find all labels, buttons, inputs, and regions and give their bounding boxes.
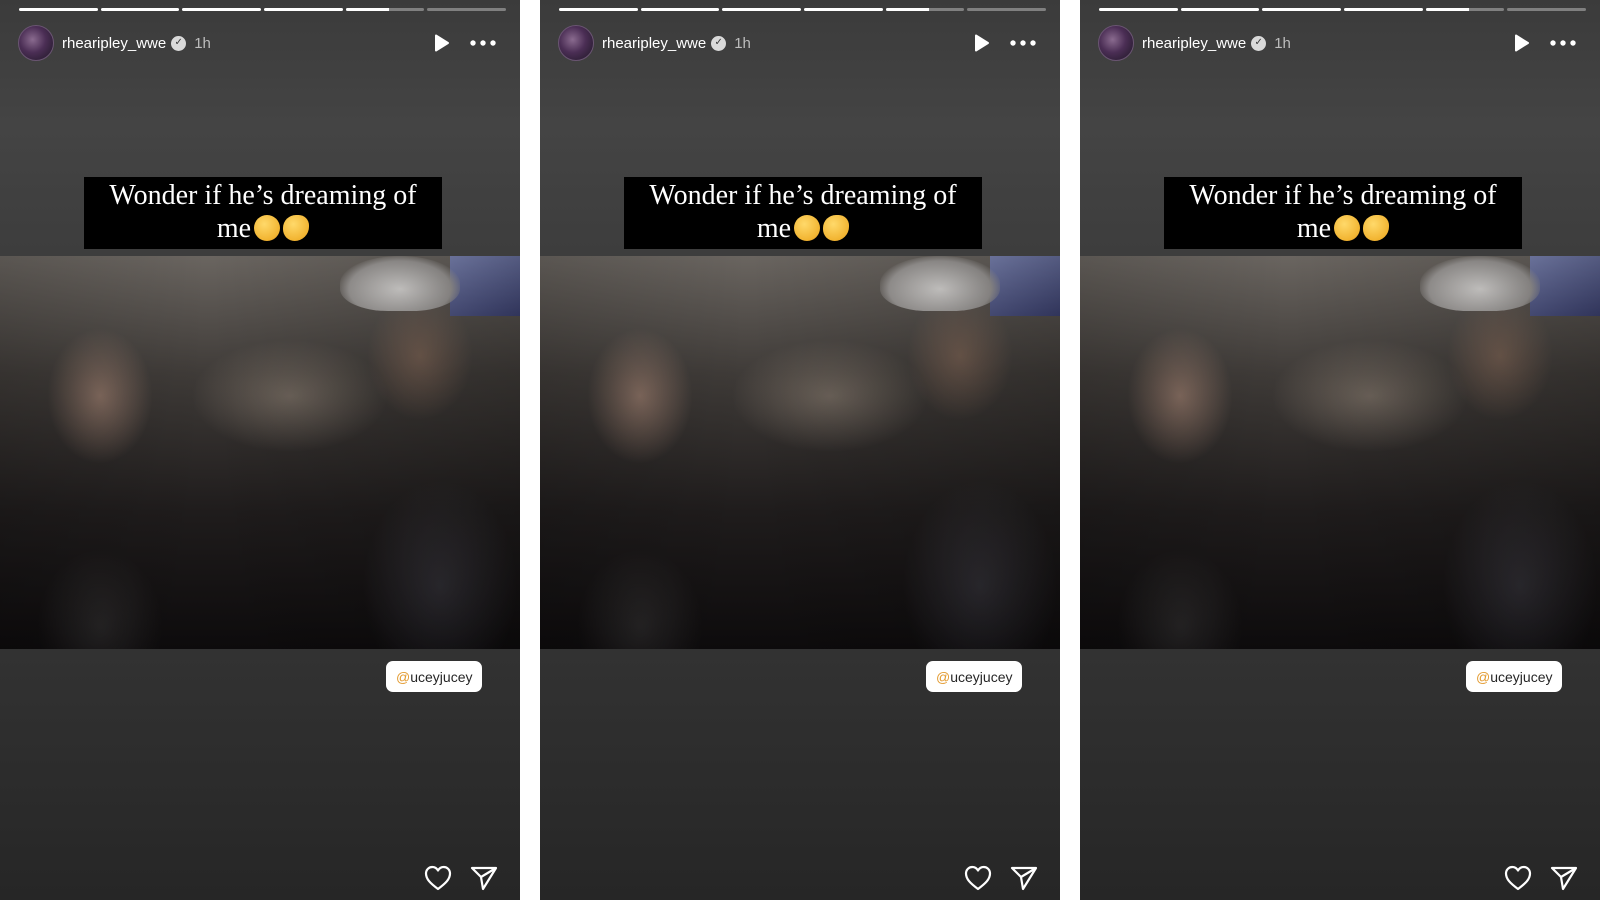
story-caption: Wonder if he’s dreaming of me (1164, 177, 1522, 249)
progress-segment (19, 8, 98, 11)
caption-line: Wonder if he’s dreaming of (109, 180, 417, 211)
story-actions (1504, 864, 1578, 892)
mention-sticker[interactable]: @ uceyjucey (1466, 661, 1563, 692)
progress-segment (1344, 8, 1423, 11)
send-icon[interactable] (470, 864, 498, 892)
story-photo (1080, 256, 1600, 649)
play-icon[interactable] (1510, 31, 1534, 55)
story-photo (0, 256, 520, 649)
verified-badge-icon: ✓ (1251, 35, 1267, 51)
caption-line: Wonder if he’s dreaming of (1189, 180, 1497, 211)
story-panel[interactable]: rhearipley_wwe ✓ 1h Wonder if he’s dream… (1080, 0, 1600, 900)
post-time: 1h (194, 34, 211, 52)
username[interactable]: rhearipley_wwe (1142, 35, 1246, 52)
story-caption: Wonder if he’s dreaming of me (84, 177, 442, 249)
heart-icon[interactable] (1504, 864, 1532, 892)
verified-badge-icon: ✓ (711, 35, 727, 51)
caption-line: me (1296, 213, 1332, 244)
mention-username: uceyjucey (1490, 668, 1553, 685)
progress-segment (100, 8, 180, 11)
mention-at-symbol: @ (1476, 668, 1491, 685)
caption-line: me (756, 213, 792, 244)
more-options-icon[interactable] (1548, 31, 1578, 55)
caption-line: me (216, 213, 252, 244)
caption-line-emoji: me (1164, 212, 1522, 245)
story-header: rhearipley_wwe ✓ 1h (18, 24, 506, 62)
story-header: rhearipley_wwe ✓ 1h (1098, 24, 1586, 62)
verified-badge-icon: ✓ (171, 35, 187, 51)
progress-segment (1262, 8, 1342, 11)
progress-segment (640, 8, 720, 11)
post-time: 1h (1274, 34, 1291, 52)
story-actions (964, 864, 1038, 892)
progress-segment (182, 8, 262, 11)
story-panel[interactable]: rhearipley_wwe ✓ 1h Wonder if he’s dream… (540, 0, 1060, 900)
caption-line-emoji: me (624, 212, 982, 245)
username[interactable]: rhearipley_wwe (62, 35, 166, 52)
heart-icon[interactable] (964, 864, 992, 892)
progress-segment (967, 8, 1047, 11)
mention-username: uceyjucey (950, 668, 1013, 685)
mention-username: uceyjucey (410, 668, 473, 685)
play-icon[interactable] (970, 31, 994, 55)
mention-sticker[interactable]: @ uceyjucey (926, 661, 1023, 692)
shushing-face-emoji-icon (254, 215, 281, 241)
story-actions (424, 864, 498, 892)
post-time: 1h (734, 34, 751, 52)
progress-segment (1507, 8, 1587, 11)
story-progress-bar (559, 8, 1047, 11)
caption-line-emoji: me (84, 212, 442, 245)
send-icon[interactable] (1010, 864, 1038, 892)
progress-segment (1180, 8, 1260, 11)
avatar[interactable] (1098, 25, 1134, 61)
melting-face-emoji-icon (283, 215, 310, 241)
more-options-icon[interactable] (468, 31, 498, 55)
mention-at-symbol: @ (396, 668, 411, 685)
send-icon[interactable] (1550, 864, 1578, 892)
progress-segment (1425, 8, 1505, 11)
melting-face-emoji-icon (823, 215, 850, 241)
progress-segment (804, 8, 883, 11)
story-header: rhearipley_wwe ✓ 1h (558, 24, 1046, 62)
story-photo (540, 256, 1060, 649)
progress-segment (1099, 8, 1178, 11)
melting-face-emoji-icon (1363, 215, 1390, 241)
avatar[interactable] (18, 25, 54, 61)
mention-sticker[interactable]: @ uceyjucey (386, 661, 483, 692)
story-progress-bar (1099, 8, 1587, 11)
shushing-face-emoji-icon (794, 215, 821, 241)
story-panel[interactable]: rhearipley_wwe ✓ 1h Wonder if he’s dream… (0, 0, 520, 900)
avatar[interactable] (558, 25, 594, 61)
progress-segment (345, 8, 425, 11)
story-progress-bar (19, 8, 507, 11)
heart-icon[interactable] (424, 864, 452, 892)
mention-at-symbol: @ (936, 668, 951, 685)
story-caption: Wonder if he’s dreaming of me (624, 177, 982, 249)
caption-line: Wonder if he’s dreaming of (649, 180, 957, 211)
shushing-face-emoji-icon (1334, 215, 1361, 241)
progress-segment (559, 8, 638, 11)
more-options-icon[interactable] (1008, 31, 1038, 55)
username[interactable]: rhearipley_wwe (602, 35, 706, 52)
progress-segment (427, 8, 507, 11)
progress-segment (722, 8, 802, 11)
progress-segment (264, 8, 343, 11)
play-icon[interactable] (430, 31, 454, 55)
progress-segment (885, 8, 965, 11)
